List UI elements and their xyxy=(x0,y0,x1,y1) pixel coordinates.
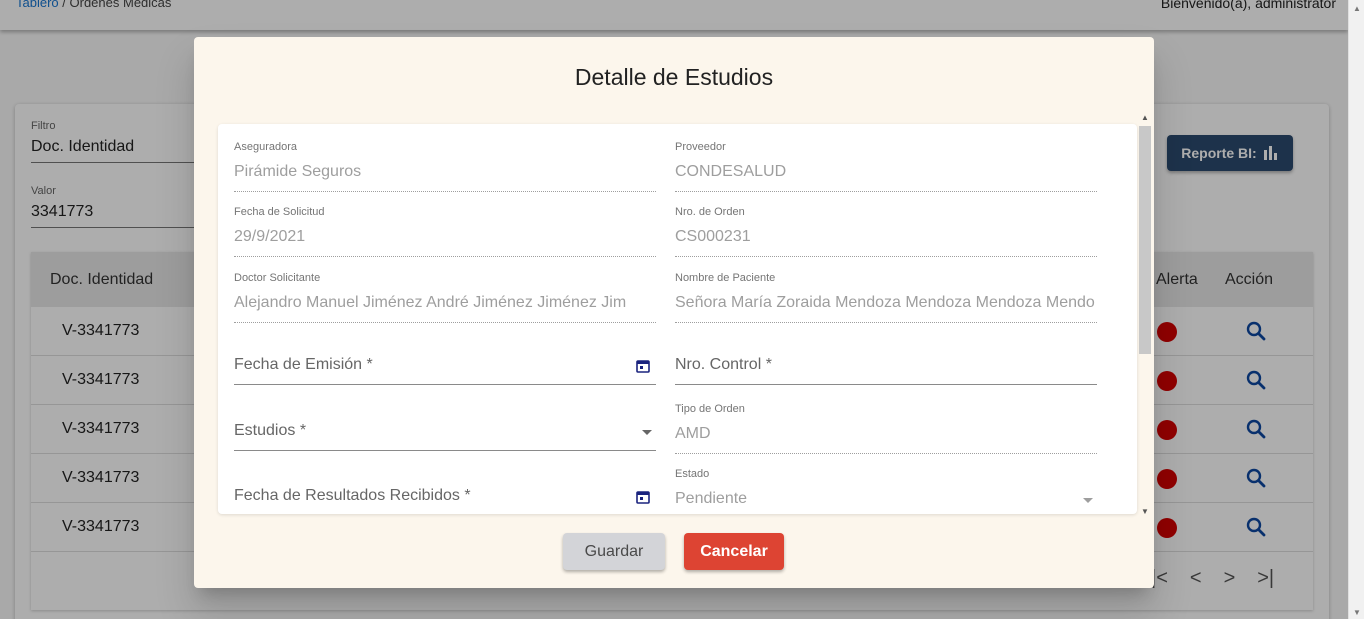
estado-value: Pendiente xyxy=(675,490,748,507)
cancel-button[interactable]: Cancelar xyxy=(684,533,784,570)
dialog-scrollbar-thumb[interactable] xyxy=(1139,126,1151,354)
aseguradora-label: Aseguradora xyxy=(234,141,297,153)
tipo-orden-field: Tipo de Orden AMD xyxy=(675,403,1097,454)
scroll-up-arrow-icon[interactable]: ▲ xyxy=(1353,4,1361,13)
scroll-down-arrow-icon[interactable]: ▼ xyxy=(1141,507,1149,516)
proveedor-label: Proveedor xyxy=(675,141,726,153)
scroll-up-arrow-icon[interactable]: ▲ xyxy=(1141,113,1149,122)
paciente-field: Nombre de Paciente Señora María Zoraida … xyxy=(675,272,1097,323)
save-button[interactable]: Guardar xyxy=(563,533,665,570)
nro-control-input[interactable]: Nro. Control * xyxy=(675,334,1097,385)
proveedor-value: CONDESALUD xyxy=(675,163,787,180)
tipo-orden-value: AMD xyxy=(675,425,711,442)
paciente-label: Nombre de Paciente xyxy=(675,272,776,284)
nro-orden-value: CS000231 xyxy=(675,228,751,245)
estudios-placeholder: Estudios * xyxy=(234,422,307,439)
dialog-form: Aseguradora Pirámide Seguros Proveedor C… xyxy=(218,124,1137,514)
fecha-solicitud-value: 29/9/2021 xyxy=(234,228,306,245)
fecha-emision-input[interactable]: Fecha de Emisión * xyxy=(234,334,656,385)
aseguradora-value: Pirámide Seguros xyxy=(234,163,362,180)
nro-orden-label: Nro. de Orden xyxy=(675,206,745,218)
doctor-label: Doctor Solicitante xyxy=(234,272,321,284)
fecha-resultados-placeholder: Fecha de Resultados Recibidos * xyxy=(234,487,471,504)
fecha-solicitud-field: Fecha de Solicitud 29/9/2021 xyxy=(234,206,656,257)
fecha-emision-placeholder: Fecha de Emisión * xyxy=(234,356,373,373)
nro-control-placeholder: Nro. Control * xyxy=(675,356,772,373)
doctor-field: Doctor Solicitante Alejandro Manuel Jimé… xyxy=(234,272,656,323)
calendar-icon[interactable] xyxy=(636,359,650,373)
estado-label: Estado xyxy=(675,468,710,480)
page-scrollbar[interactable]: ▲ ▼ xyxy=(1348,0,1364,619)
proveedor-field: Proveedor CONDESALUD xyxy=(675,141,1097,192)
calendar-icon[interactable] xyxy=(636,490,650,504)
chevron-down-icon[interactable] xyxy=(1083,498,1093,503)
study-detail-dialog: Detalle de Estudios Aseguradora Pirámide… xyxy=(194,37,1154,588)
fecha-solicitud-label: Fecha de Solicitud xyxy=(234,206,325,218)
estudios-select[interactable]: Estudios * xyxy=(234,400,656,451)
dialog-scrollbar[interactable]: ▲ ▼ xyxy=(1137,110,1153,516)
nro-orden-field: Nro. de Orden CS000231 xyxy=(675,206,1097,257)
estado-select[interactable]: Estado Pendiente xyxy=(675,468,1097,514)
tipo-orden-label: Tipo de Orden xyxy=(675,403,745,415)
aseguradora-field: Aseguradora Pirámide Seguros xyxy=(234,141,656,192)
dialog-title: Detalle de Estudios xyxy=(574,64,774,90)
paciente-value: Señora María Zoraida Mendoza Mendoza Men… xyxy=(675,294,1095,311)
chevron-down-icon[interactable] xyxy=(642,430,652,435)
scroll-down-arrow-icon[interactable]: ▼ xyxy=(1353,608,1361,617)
doctor-value: Alejandro Manuel Jiménez André Jiménez J… xyxy=(234,294,627,311)
fecha-resultados-input[interactable]: Fecha de Resultados Recibidos * xyxy=(234,465,656,514)
